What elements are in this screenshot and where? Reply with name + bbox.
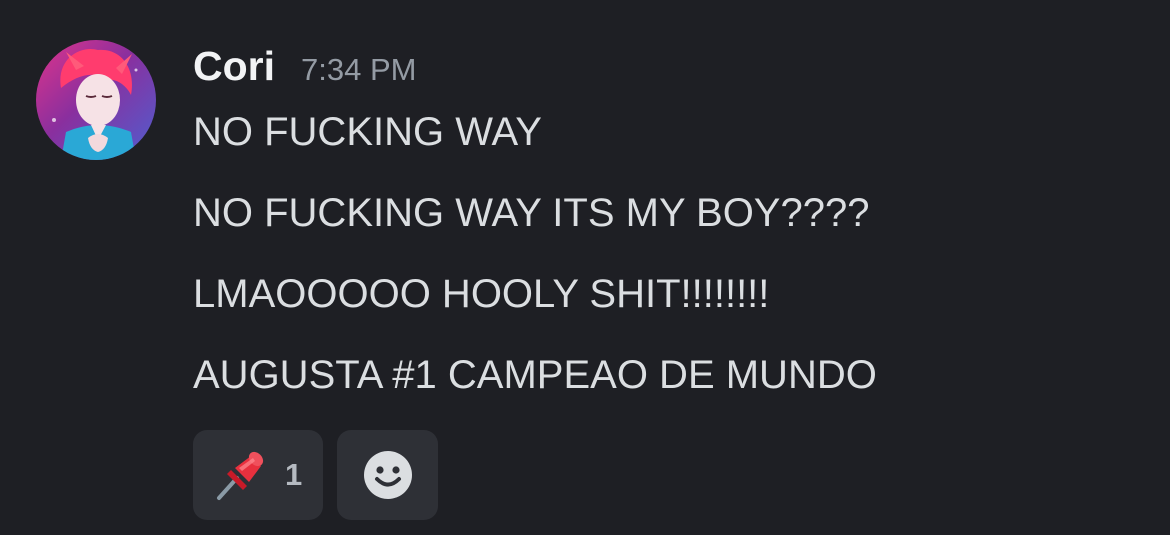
message-line: LMAOOOOO HOOLY SHIT!!!!!!!! (193, 272, 770, 316)
avatar-image (36, 40, 156, 160)
message-content: NO FUCKING WAY NO FUCKING WAY ITS MY BOY… (193, 104, 877, 428)
message-line: NO FUCKING WAY (193, 110, 542, 154)
username[interactable]: Cori (193, 38, 275, 94)
message-header: Cori 7:34 PM (193, 38, 416, 94)
smiley-face-icon (363, 451, 412, 499)
add-reaction-button[interactable] (337, 430, 438, 520)
pushpin-icon (217, 451, 264, 500)
reactions-bar: 1 (193, 430, 438, 520)
message-line: AUGUSTA #1 CAMPEAO DE MUNDO (193, 353, 877, 397)
avatar[interactable] (36, 40, 156, 160)
reaction-pushpin[interactable]: 1 (193, 430, 323, 520)
timestamp[interactable]: 7:34 PM (301, 42, 416, 98)
chat-message: Cori 7:34 PM NO FUCKING WAY NO FUCKING W… (0, 0, 1170, 535)
message-line: NO FUCKING WAY ITS MY BOY???? (193, 191, 870, 235)
reaction-count: 1 (285, 457, 303, 492)
